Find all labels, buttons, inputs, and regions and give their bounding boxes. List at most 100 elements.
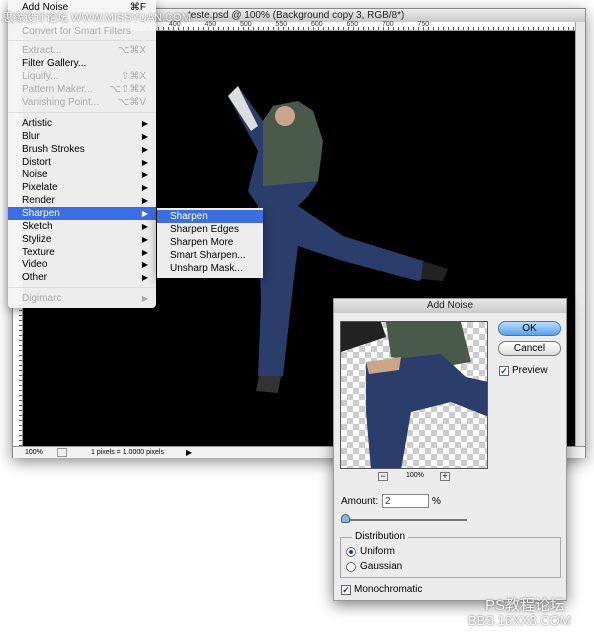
gaussian-radio[interactable]	[346, 562, 356, 572]
menu-item-label: Distort	[22, 156, 51, 168]
watermark-top: 思缘设计论坛 WWW.MISSYUAN.COM	[2, 12, 191, 24]
monochromatic-checkbox[interactable]: ✓	[341, 585, 351, 595]
submenu-item[interactable]: Sharpen	[157, 210, 263, 223]
menu-item[interactable]: Pattern Maker... ⌥⇧⌘X	[8, 83, 156, 96]
amount-input[interactable]	[382, 494, 429, 508]
menu-item-label: Other	[22, 272, 48, 284]
menu-item-label: Stylize	[22, 233, 52, 245]
ruler-tick-label: 750	[417, 21, 430, 28]
ruler-tick-label: 650	[346, 21, 359, 28]
menu-item[interactable]: Liquify... ⇧⌘X	[8, 70, 156, 83]
amount-label: Amount:	[341, 496, 379, 507]
menu-item-label: Noise	[22, 169, 48, 181]
vertical-scrollbar[interactable]	[575, 22, 585, 446]
menu-item-blur[interactable]: Blur ▶	[8, 130, 156, 143]
menu-item-sharpen[interactable]: Sharpen ▶	[8, 206, 156, 220]
ruler-tick-label: 700	[382, 21, 394, 28]
menu-item-label: Digimarc	[22, 293, 62, 304]
ruler-tick-label: 550	[275, 21, 288, 28]
preview-image[interactable]	[340, 321, 488, 469]
ruler-tick-label: 450	[204, 21, 217, 28]
preview-photo	[341, 322, 487, 468]
status-icon[interactable]	[57, 448, 67, 457]
submenu-item[interactable]: Unsharp Mask...	[157, 262, 263, 275]
menu-item-video[interactable]: Video ▶	[8, 258, 156, 271]
monochromatic-label: Monochromatic	[354, 584, 423, 595]
submenu-arrow-icon: ▶	[141, 260, 148, 270]
distribution-label: Distribution	[352, 531, 409, 542]
shortcut: ⌥⇧⌘X	[109, 83, 146, 95]
menu-item-distort[interactable]: Distort ▶	[8, 156, 156, 169]
submenu-arrow-icon: ▶	[141, 294, 148, 303]
menu-item[interactable]: Convert for Smart Filters	[8, 25, 156, 38]
add-noise-dialog: Add Noise − 100% + OK Cancel ✓ Preview A…	[333, 298, 567, 601]
menu-separator	[8, 112, 156, 113]
menu-item-label: Unsharp Mask...	[170, 263, 243, 274]
zoom-out-button[interactable]: −	[378, 472, 388, 481]
menu-item[interactable]: Extract... ⌥⌘X	[8, 44, 156, 57]
preview-label: Preview	[512, 365, 548, 376]
uniform-radio[interactable]	[346, 547, 356, 557]
submenu-arrow-icon: ▶	[141, 221, 148, 231]
menu-item-label: Render	[22, 195, 55, 207]
submenu-arrow-icon: ▶	[141, 273, 148, 283]
submenu-arrow-icon: ▶	[141, 157, 148, 167]
menu-item-label: Texture	[22, 246, 55, 258]
shortcut: ⌥⌘V	[117, 96, 146, 108]
menu-item-label: Convert for Smart Filters	[22, 26, 131, 37]
menu-item-label: Sharpen More	[170, 237, 234, 248]
cancel-button[interactable]: Cancel	[498, 341, 561, 356]
submenu-arrow-icon: ▶	[141, 183, 148, 193]
zoom-in-button[interactable]: +	[440, 472, 450, 481]
menu-item-texture[interactable]: Texture ▶	[8, 246, 156, 259]
submenu-arrow-icon: ▶	[141, 144, 148, 154]
filter-menu: Add Noise ⌘F Convert for Smart Filters Extr…	[8, 0, 156, 308]
menu-item-pixelate[interactable]: Pixelate ▶	[8, 181, 156, 194]
menu-item-label: Pattern Maker...	[22, 83, 93, 95]
submenu-arrow-icon: ▶	[141, 119, 148, 128]
submenu-arrow-icon: ▶	[141, 170, 148, 180]
status-info: 1 pixels = 1.0000 pixels	[91, 449, 164, 456]
uniform-label: Uniform	[360, 546, 396, 557]
sharpen-submenu: Sharpen Sharpen Edges Sharpen More Smart Sh…	[157, 208, 263, 278]
ruler-tick-label: 600	[311, 21, 323, 28]
menu-item-artistic[interactable]: Artistic ▶	[8, 117, 156, 130]
menu-item[interactable]: Filter Gallery...	[8, 57, 156, 70]
menu-item-label: Filter Gallery...	[22, 57, 87, 69]
submenu-arrow-icon: ▶	[141, 131, 148, 141]
menu-item-label: Video	[22, 259, 48, 271]
status-arrow-icon[interactable]: ▶	[186, 447, 192, 458]
amount-slider-thumb[interactable]	[340, 514, 350, 523]
menu-item-noise[interactable]: Noise ▶	[8, 168, 156, 181]
preview-zoom: 100%	[406, 472, 424, 479]
amount-slider-track[interactable]	[344, 519, 467, 521]
amount-unit: %	[432, 496, 441, 507]
submenu-item[interactable]: Sharpen Edges	[157, 223, 263, 236]
submenu-arrow-icon: ▶	[141, 196, 148, 206]
menu-item-label: Extract...	[22, 45, 62, 56]
menu-item-other[interactable]: Other ▶	[8, 271, 156, 284]
menu-item-label: Smart Sharpen...	[170, 250, 246, 261]
menu-separator	[8, 287, 156, 288]
zoom-level[interactable]: 100%	[25, 447, 43, 458]
menu-item-stylize[interactable]: Stylize ▶	[8, 233, 156, 246]
preview-checkbox[interactable]: ✓	[499, 366, 509, 376]
submenu-arrow-icon: ▶	[141, 234, 148, 244]
menu-item-brush-strokes[interactable]: Brush Strokes ▶	[8, 143, 156, 156]
menu-item-render[interactable]: Render ▶	[8, 194, 156, 207]
menu-item-label: Sharpen	[170, 211, 208, 222]
submenu-item[interactable]: Smart Sharpen...	[157, 249, 263, 262]
submenu-item[interactable]: Sharpen More	[157, 236, 263, 249]
menu-item-label: Sharpen	[22, 207, 60, 219]
menu-item-label: Artistic	[22, 118, 52, 129]
submenu-arrow-icon: ▶	[141, 208, 148, 218]
menu-item-label: Liquify...	[22, 70, 59, 82]
menu-item-sketch[interactable]: Sketch ▶	[8, 220, 156, 233]
menu-item-digimarc[interactable]: Digimarc ▶	[8, 292, 156, 305]
menu-item-label: Brush Strokes	[22, 143, 85, 155]
ok-button[interactable]: OK	[498, 321, 561, 336]
shortcut: ⌥⌘X	[117, 45, 146, 56]
menu-item[interactable]: Vanishing Point... ⌥⌘V	[8, 96, 156, 109]
menu-item-label: Sharpen Edges	[170, 224, 239, 235]
menu-separator	[8, 40, 156, 41]
